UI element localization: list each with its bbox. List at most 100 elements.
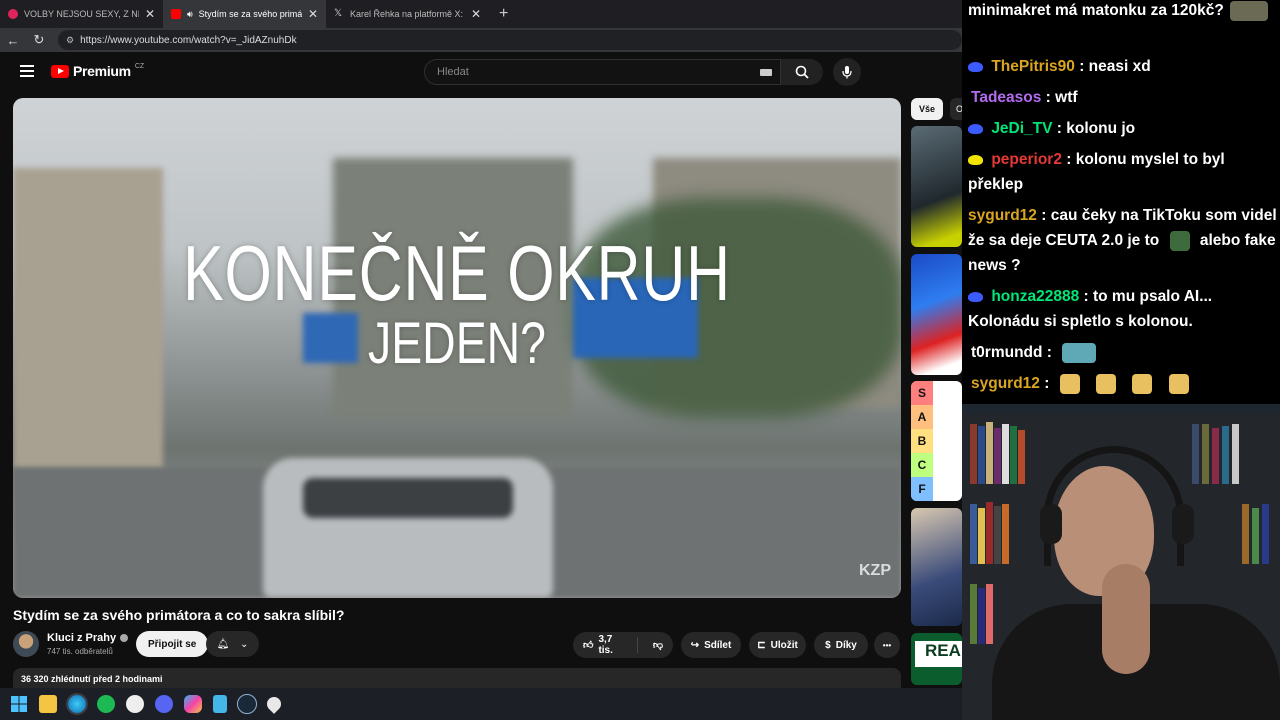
- save-label: Uložit: [770, 639, 798, 651]
- stream-chat: minimakret má matonku za 120kč? ThePitri…: [962, 0, 1280, 404]
- tier-label: C: [911, 453, 933, 477]
- new-tab-button[interactable]: +: [499, 5, 508, 23]
- emote-icon: [1230, 0, 1269, 21]
- channel-avatar[interactable]: [13, 631, 39, 657]
- windows-start-icon[interactable]: [10, 695, 28, 713]
- video-title: Stydím se za svého primátora a co to sak…: [13, 607, 345, 623]
- chat-message: minimakret má matonku za 120kč?: [968, 0, 1280, 23]
- chevron-down-icon: ⌄: [239, 638, 249, 650]
- youtube-favicon-icon: [171, 9, 181, 19]
- taskbar: [0, 688, 962, 720]
- recommended-thumbnail[interactable]: S A B C F: [911, 381, 962, 501]
- x-favicon-icon: 𝕏: [334, 8, 343, 19]
- microphone-icon: [842, 66, 852, 79]
- badge-icon: [968, 61, 983, 72]
- tab-close-icon[interactable]: ✕: [471, 7, 481, 21]
- recommended-thumbnail[interactable]: [911, 254, 962, 375]
- bookmark-icon: ⊏: [757, 639, 766, 651]
- tier-label: F: [911, 477, 933, 501]
- site-info-icon[interactable]: ⚙: [66, 35, 74, 46]
- chat-text: minimakret má matonku za 120kč?: [968, 2, 1224, 19]
- share-icon: ↪: [690, 639, 700, 651]
- recommended-thumbnail[interactable]: [911, 126, 962, 247]
- voice-search-button[interactable]: [833, 58, 861, 86]
- chat-username[interactable]: Tadeasos: [971, 89, 1041, 106]
- chat-message: Tadeasos : wtf: [968, 85, 1280, 110]
- chip-all[interactable]: Vše: [911, 98, 943, 120]
- tab-close-icon[interactable]: ✕: [145, 7, 155, 21]
- channel-subscribers: 747 tis. odběratelů: [47, 647, 113, 656]
- chat-message: ThePitris90 : neasi xd: [968, 54, 1280, 79]
- like-button[interactable]: 👍︎ 3,7 tis.: [573, 634, 638, 656]
- tab-close-icon[interactable]: ✕: [308, 7, 318, 21]
- chat-username[interactable]: sygurd12: [971, 375, 1040, 392]
- chat-message: peperior2 : kolonu myslel to byl překlep: [968, 147, 1280, 197]
- video-overlay-title: KONEČNĚ OKRUH: [183, 229, 731, 317]
- url-field[interactable]: ⚙ https://www.youtube.com/watch?v=_JidAZ…: [58, 30, 962, 50]
- tier-label: B: [911, 429, 933, 453]
- share-button[interactable]: ↪ Sdílet: [681, 632, 741, 658]
- address-bar: ← ↻ ⚙ https://www.youtube.com/watch?v=_J…: [0, 28, 962, 52]
- maps-icon[interactable]: [264, 694, 284, 714]
- back-icon[interactable]: ←: [6, 33, 20, 48]
- description-box[interactable]: 36 320 zhlédnutí před 2 hodinami: [13, 668, 901, 688]
- bell-icon: 🔔︎: [216, 638, 230, 650]
- chat-message: sygurd12 : cau čeky na TikToku som videl…: [968, 203, 1280, 278]
- browser-tab[interactable]: VOLBY NEJSOU SEXY, Z NICH NEM ✕: [0, 0, 163, 28]
- notifications-button[interactable]: 🔔︎ ⌄: [206, 631, 259, 657]
- notepad-icon[interactable]: [213, 695, 227, 713]
- browser-tab[interactable]: 𝕏 Karel Řehka na platformě X: „Po v ✕: [326, 0, 489, 28]
- channel-name[interactable]: Kluci z Prahy: [47, 632, 116, 644]
- emote-icon: [1059, 373, 1080, 394]
- browser-tab-active[interactable]: 🔊︎ Stydím se za svého primátora ✕: [163, 0, 326, 28]
- thanks-icon: $: [825, 639, 831, 651]
- tab-title: Karel Řehka na platformě X: „Po v: [350, 9, 465, 19]
- badge-icon: [968, 123, 983, 134]
- recommended-thumbnail[interactable]: [911, 508, 962, 626]
- keyboard-icon[interactable]: [760, 69, 772, 76]
- youtube-logo[interactable]: Premium CZ: [51, 63, 144, 79]
- channel-info: Kluci z Prahy 747 tis. odběratelů: [13, 630, 129, 658]
- like-count: 3,7 tis.: [598, 634, 613, 656]
- menu-icon[interactable]: [20, 65, 34, 77]
- speaker-icon[interactable]: 🔊︎: [187, 9, 193, 20]
- github-icon[interactable]: [126, 695, 144, 713]
- recommended-thumbnail[interactable]: REA: [911, 633, 962, 685]
- view-count-and-date: 36 320 zhlédnutí před 2 hodinami: [21, 674, 163, 684]
- file-explorer-icon[interactable]: [39, 695, 57, 713]
- chat-message: JeDi_TV : kolonu jo: [968, 116, 1280, 141]
- emote-icon: [1169, 230, 1190, 251]
- more-actions-button[interactable]: •••: [874, 632, 900, 658]
- spotify-icon[interactable]: [97, 695, 115, 713]
- copilot-icon[interactable]: [184, 695, 202, 713]
- search-button[interactable]: [781, 59, 823, 85]
- chat-username[interactable]: sygurd12: [968, 207, 1037, 224]
- chat-username[interactable]: honza22888: [991, 288, 1079, 305]
- headphone-ear: [1172, 504, 1194, 544]
- dislike-button[interactable]: 👎︎: [643, 639, 673, 651]
- chat-username[interactable]: peperior2: [991, 151, 1062, 168]
- chat-message: sygurd12 :: [968, 371, 1280, 396]
- save-button[interactable]: ⊏ Uložit: [749, 632, 806, 658]
- join-button[interactable]: Připojit se: [136, 631, 209, 657]
- edge-icon[interactable]: [66, 693, 88, 715]
- tier-label: A: [911, 405, 933, 429]
- badge-icon: [968, 154, 983, 165]
- chat-username[interactable]: JeDi_TV: [991, 120, 1052, 137]
- tier-label: S: [911, 381, 933, 405]
- video-player[interactable]: KONEČNĚ OKRUH JEDEN? KZP: [13, 98, 901, 598]
- discord-icon[interactable]: [155, 695, 173, 713]
- thanks-button[interactable]: $ Díky: [814, 632, 868, 658]
- chat-username[interactable]: ThePitris90: [991, 58, 1075, 75]
- chat-username[interactable]: t0rmundd: [971, 344, 1042, 361]
- thanks-label: Díky: [835, 639, 857, 651]
- steam-icon[interactable]: [237, 694, 257, 714]
- chat-text: : neasi xd: [1079, 58, 1151, 75]
- reload-icon[interactable]: ↻: [32, 32, 46, 48]
- thumbs-up-icon: 👍︎: [583, 640, 594, 651]
- search-input[interactable]: Hledat: [424, 59, 781, 85]
- tab-favicon-icon: [8, 9, 18, 19]
- url-text: https://www.youtube.com/watch?v=_JidAZnu…: [80, 34, 297, 46]
- youtube-header: Premium CZ Hledat: [0, 52, 962, 92]
- headphone-ear: [1040, 504, 1062, 544]
